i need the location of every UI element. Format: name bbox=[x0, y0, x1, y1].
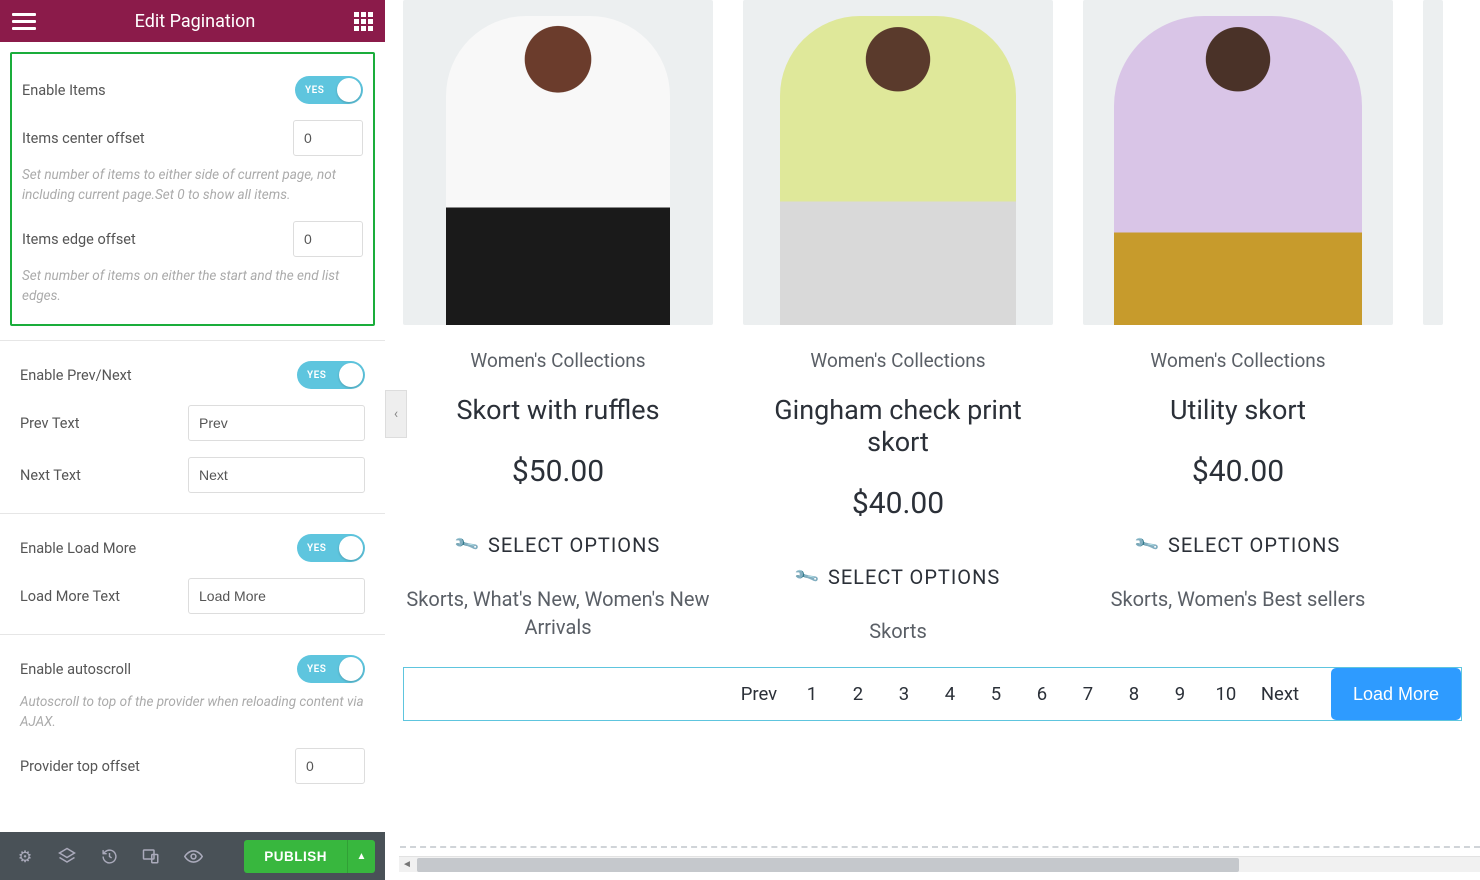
autoscroll-help: Autoscroll to top of the provider when r… bbox=[20, 693, 365, 732]
product-tags[interactable]: Skorts, What's New, Women's New Arrivals bbox=[403, 585, 713, 641]
section-divider-dashed bbox=[400, 846, 1480, 848]
pager-page[interactable]: 2 bbox=[835, 683, 881, 705]
enable-items-label: Enable Items bbox=[22, 82, 106, 99]
publish-button[interactable]: PUBLISH bbox=[244, 840, 347, 873]
provider-offset-input[interactable] bbox=[295, 748, 365, 784]
pager-page[interactable]: 1 bbox=[789, 683, 835, 705]
product-card-partial bbox=[1423, 0, 1443, 645]
product-price: $40.00 bbox=[1083, 454, 1393, 489]
product-category[interactable]: Women's Collections bbox=[1083, 349, 1393, 372]
enable-autoscroll-label: Enable autoscroll bbox=[20, 661, 131, 678]
select-options-label: SELECT OPTIONS bbox=[488, 533, 660, 557]
pager-page[interactable]: 6 bbox=[1019, 683, 1065, 705]
product-category[interactable]: Women's Collections bbox=[743, 349, 1053, 372]
select-options-button[interactable]: 🔧SELECT OPTIONS bbox=[1136, 533, 1340, 557]
edge-offset-input[interactable] bbox=[293, 221, 363, 257]
select-options-label: SELECT OPTIONS bbox=[1168, 533, 1340, 557]
product-price: $50.00 bbox=[403, 454, 713, 489]
pager-page[interactable]: 5 bbox=[973, 683, 1019, 705]
next-text-input[interactable] bbox=[188, 457, 365, 493]
loadmore-text-label: Load More Text bbox=[20, 588, 120, 605]
product-image[interactable] bbox=[1083, 0, 1393, 325]
product-card: Women's Collections Utility skort $40.00… bbox=[1083, 0, 1393, 645]
enable-autoscroll-toggle[interactable]: YES bbox=[297, 655, 365, 683]
pager-prev[interactable]: Prev bbox=[729, 683, 789, 705]
product-image[interactable] bbox=[1423, 0, 1443, 325]
layers-icon[interactable] bbox=[52, 841, 82, 871]
next-text-label: Next Text bbox=[20, 467, 81, 484]
product-card: Women's Collections Gingham check print … bbox=[743, 0, 1053, 645]
scrollbar-thumb[interactable] bbox=[417, 858, 1239, 872]
load-more-button[interactable]: Load More bbox=[1331, 668, 1461, 720]
provider-offset-label: Provider top offset bbox=[20, 758, 140, 775]
pager-page[interactable]: 9 bbox=[1157, 683, 1203, 705]
edge-offset-label: Items edge offset bbox=[22, 231, 136, 248]
pager-page[interactable]: 8 bbox=[1111, 683, 1157, 705]
product-category[interactable]: Women's Collections bbox=[403, 349, 713, 372]
prev-text-label: Prev Text bbox=[20, 415, 79, 432]
apps-grid-icon[interactable] bbox=[354, 12, 373, 31]
pagination-inner: Prev 1 2 3 4 5 6 7 8 9 10 Next Load More bbox=[404, 668, 1461, 720]
toggle-knob bbox=[339, 657, 363, 681]
settings-gear-icon[interactable]: ⚙ bbox=[10, 841, 40, 871]
collapse-sidebar-handle[interactable]: ‹ bbox=[385, 390, 407, 438]
toggle-yes-text: YES bbox=[307, 664, 326, 675]
center-offset-input[interactable] bbox=[293, 120, 363, 156]
center-offset-label: Items center offset bbox=[22, 130, 145, 147]
enable-prevnext-toggle[interactable]: YES bbox=[297, 361, 365, 389]
pager-page[interactable]: 4 bbox=[927, 683, 973, 705]
sidebar-body: Enable Items YES Items center offset Set… bbox=[0, 42, 385, 880]
product-price: $40.00 bbox=[743, 486, 1053, 521]
responsive-icon[interactable] bbox=[136, 841, 166, 871]
enable-loadmore-label: Enable Load More bbox=[20, 540, 136, 557]
hamburger-icon[interactable] bbox=[12, 9, 36, 33]
pagination-widget[interactable]: Prev 1 2 3 4 5 6 7 8 9 10 Next Load More bbox=[403, 667, 1462, 721]
wrench-icon: 🔧 bbox=[792, 563, 821, 591]
sidebar-header: Edit Pagination bbox=[0, 0, 385, 42]
prev-text-input[interactable] bbox=[188, 405, 365, 441]
toggle-yes-text: YES bbox=[305, 85, 324, 96]
product-card: Women's Collections Skort with ruffles $… bbox=[403, 0, 713, 645]
product-name[interactable]: Utility skort bbox=[1083, 394, 1393, 426]
items-section-highlighted: Enable Items YES Items center offset Set… bbox=[10, 52, 375, 326]
toggle-yes-text: YES bbox=[307, 370, 326, 381]
product-image[interactable] bbox=[743, 0, 1053, 325]
pager-page[interactable]: 3 bbox=[881, 683, 927, 705]
toggle-knob bbox=[337, 78, 361, 102]
enable-items-toggle[interactable]: YES bbox=[295, 76, 363, 104]
wrench-icon: 🔧 bbox=[1132, 531, 1161, 559]
pager-next[interactable]: Next bbox=[1249, 683, 1311, 705]
product-grid: Women's Collections Skort with ruffles $… bbox=[403, 0, 1462, 645]
toggle-knob bbox=[339, 536, 363, 560]
horizontal-scrollbar[interactable]: ◄ bbox=[399, 856, 1480, 872]
toggle-yes-text: YES bbox=[307, 543, 326, 554]
center-offset-help: Set number of items to either side of cu… bbox=[22, 166, 363, 205]
bottom-toolbar: ⚙ PUBLISH ▲ bbox=[0, 832, 385, 880]
loadmore-text-input[interactable] bbox=[188, 578, 365, 614]
panel-title: Edit Pagination bbox=[135, 11, 256, 32]
select-options-button[interactable]: 🔧SELECT OPTIONS bbox=[456, 533, 660, 557]
pager-page[interactable]: 10 bbox=[1203, 683, 1249, 705]
product-tags[interactable]: Skorts bbox=[743, 617, 1053, 645]
select-options-button[interactable]: 🔧SELECT OPTIONS bbox=[796, 565, 1000, 589]
sidebar-panel: Edit Pagination Enable Items YES Items c… bbox=[0, 0, 385, 880]
product-tags[interactable]: Skorts, Women's Best sellers bbox=[1083, 585, 1393, 613]
history-icon[interactable] bbox=[94, 841, 124, 871]
product-name[interactable]: Skort with ruffles bbox=[403, 394, 713, 426]
select-options-label: SELECT OPTIONS bbox=[828, 565, 1000, 589]
enable-loadmore-toggle[interactable]: YES bbox=[297, 534, 365, 562]
wrench-icon: 🔧 bbox=[452, 531, 481, 559]
enable-prevnext-label: Enable Prev/Next bbox=[20, 367, 132, 384]
product-name[interactable]: Gingham check print skort bbox=[743, 394, 1053, 458]
scroll-left-icon[interactable]: ◄ bbox=[399, 857, 415, 873]
preview-eye-icon[interactable] bbox=[178, 841, 208, 871]
preview-canvas: Women's Collections Skort with ruffles $… bbox=[385, 0, 1480, 880]
pager-page[interactable]: 7 bbox=[1065, 683, 1111, 705]
publish-dropdown-button[interactable]: ▲ bbox=[347, 840, 375, 873]
product-image[interactable] bbox=[403, 0, 713, 325]
toggle-knob bbox=[339, 363, 363, 387]
edge-offset-help: Set number of items on either the start … bbox=[22, 267, 363, 306]
